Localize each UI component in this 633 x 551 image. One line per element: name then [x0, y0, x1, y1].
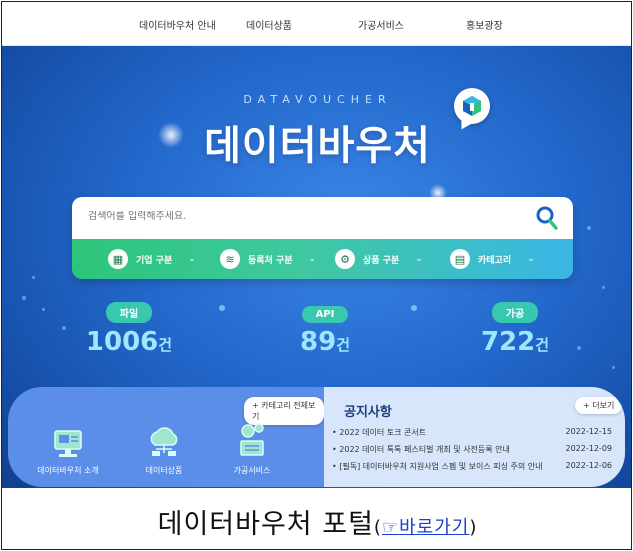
quick-item-data-products[interactable]: 데이터상품: [124, 417, 204, 476]
search-filters: ▦ 기업 구분 ⌄ ≋ 등록처 구분 ⌄ ⚙ 상품 구분 ⌄ ▤ 카테고리 ⌄: [72, 239, 573, 279]
stat-unit: 건: [535, 336, 550, 354]
stat-unit: 건: [158, 336, 173, 354]
separator-dot: [219, 305, 225, 311]
caption-title: 데이터바우처 포털: [157, 509, 374, 540]
particle: [32, 276, 35, 279]
notice-more-button[interactable]: + 더보기: [575, 397, 623, 414]
particle: [612, 366, 615, 369]
stat-label: 가공: [491, 302, 539, 323]
processing-icon: [212, 417, 292, 459]
particle: [587, 226, 591, 230]
quick-item-voucher-intro[interactable]: 데이터바우처 소개: [28, 417, 108, 476]
filter-label: 상품 구분: [363, 255, 400, 266]
notice-item-text: 2022 데이터 톡톡 페스티벌 개최 및 사전등록 안내: [339, 445, 510, 454]
quick-menu: + 카테고리 전체보기 데이터바우처 소개 데이터상품 가공서비스: [8, 387, 324, 487]
stat-api: API 89건: [280, 302, 370, 357]
category-icon: ▤: [450, 249, 470, 269]
notice-item-title: • [필독] 데이터바우처 지원사업 스펨 및 보이스 피싱 주의 안내: [332, 462, 543, 471]
notice-board: 공지사항 + 더보기 • 2022 데이터 토크 콘서트 2022-12-15 …: [324, 387, 625, 487]
chevron-down-icon: ⌄: [188, 254, 196, 264]
hero-title: 데이터바우처: [204, 123, 431, 169]
chevron-down-icon: ⌄: [527, 254, 535, 264]
search-bar: [72, 197, 573, 239]
notice-item-title: • 2022 데이터 토크 콘서트: [332, 428, 427, 437]
separator-dot: [411, 305, 417, 311]
notice-item-date: 2022-12-15: [565, 427, 613, 436]
quick-item-label: 데이터상품: [145, 466, 183, 475]
chevron-down-icon: ⌄: [308, 254, 317, 264]
stat-value: 1006건: [84, 327, 174, 357]
search-input[interactable]: [88, 211, 508, 222]
logo-bubble-icon: [454, 88, 490, 124]
cloud-data-icon: [124, 417, 204, 459]
particle: [22, 296, 26, 300]
nav-item-voucher-guide[interactable]: 데이터바우처 안내: [139, 17, 216, 32]
notice-item-date: 2022-12-06: [565, 461, 613, 470]
stat-number: 722: [480, 327, 536, 357]
stat-value: 722건: [470, 327, 560, 357]
notice-title: 공지사항: [344, 405, 392, 420]
filter-label: 등록처 구분: [248, 255, 293, 266]
shortcut-link[interactable]: ☞바로가기: [382, 517, 469, 538]
stat-processing: 가공 722건: [470, 302, 560, 357]
stat-unit: 건: [336, 336, 350, 354]
top-navigation: 데이터바우처 안내 데이터상품 가공서비스 홍보광장: [2, 2, 631, 46]
building-icon: ▦: [108, 249, 128, 269]
stat-file: 파일 1006건: [84, 302, 174, 357]
particle: [62, 326, 66, 330]
nav-item-data-products[interactable]: 데이터상품: [246, 17, 292, 32]
filter-registry-type[interactable]: ≋ 등록처 구분 ⌄: [220, 248, 316, 270]
particle: [577, 346, 581, 350]
stat-value: 89건: [280, 327, 370, 357]
bottom-panel: + 카테고리 전체보기 데이터바우처 소개 데이터상품 가공서비스 공지사항 +…: [8, 387, 625, 487]
filter-company-type[interactable]: ▦ 기업 구분 ⌄: [108, 248, 196, 270]
filter-label: 카테고리: [478, 255, 512, 266]
notice-item-title: • 2022 데이터 톡톡 페스티벌 개최 및 사전등록 안내: [332, 445, 510, 454]
stat-label: API: [301, 306, 349, 323]
stat-number: 89: [300, 327, 337, 357]
chevron-down-icon: ⌄: [415, 254, 423, 264]
particle: [42, 308, 45, 311]
pointing-hand-icon: ☞: [381, 517, 400, 538]
stat-number: 1006: [85, 327, 159, 357]
nav-item-processing-service[interactable]: 가공서비스: [358, 17, 404, 32]
caption-bar: 데이터바우처 포털(☞바로가기): [2, 490, 631, 549]
filter-label: 기업 구분: [136, 255, 173, 266]
monitor-icon: [28, 417, 108, 459]
hero-tagline: DATAVOUCHER: [243, 93, 392, 106]
quick-item-processing-service[interactable]: 가공서비스: [212, 417, 292, 476]
caption-text: 데이터바우처 포털(☞바로가기): [158, 509, 478, 540]
search-panel: ▦ 기업 구분 ⌄ ≋ 등록처 구분 ⌄ ⚙ 상품 구분 ⌄ ▤ 카테고리: [72, 197, 573, 279]
notice-item-date: 2022-12-09: [565, 444, 613, 453]
quick-item-label: 가공서비스: [233, 466, 271, 475]
caption-open-paren: (: [373, 517, 382, 538]
nav-item-promotion[interactable]: 홍보광장: [466, 17, 503, 32]
filter-category[interactable]: ▤ 카테고리 ⌄: [450, 248, 535, 270]
caption-close-paren: ): [469, 517, 478, 538]
stat-label: 파일: [105, 302, 153, 323]
notice-item-text: [필독] 데이터바우처 지원사업 스펨 및 보이스 피싱 주의 안내: [339, 462, 543, 471]
filter-product-type[interactable]: ⚙ 상품 구분 ⌄: [335, 248, 423, 270]
registry-icon: ≋: [220, 249, 240, 269]
product-icon: ⚙: [335, 249, 355, 269]
screenshot-frame: 데이터바우처 안내 데이터상품 가공서비스 홍보광장 DATAVOUCHER 데…: [1, 1, 632, 550]
search-icon[interactable]: [535, 205, 559, 235]
shortcut-link-label: 바로가기: [399, 517, 470, 538]
notice-item-text: 2022 데이터 토크 콘서트: [339, 428, 427, 437]
quick-item-label: 데이터바우처 소개: [37, 466, 99, 475]
particle: [602, 286, 605, 289]
